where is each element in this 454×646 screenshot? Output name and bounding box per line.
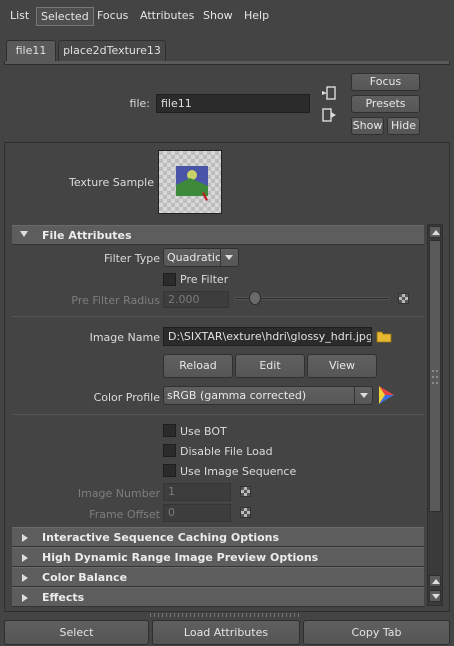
menu-bar: List Selected Focus Attributes Show Help [0,0,454,31]
pre-filter-radius-label: Pre Filter Radius [71,294,160,307]
focus-button[interactable]: Focus [351,73,420,91]
expanded-arrow-icon [20,231,28,237]
map-checker-icon[interactable] [240,486,251,497]
slider-knob[interactable] [249,291,261,305]
color-balance-header[interactable]: Color Balance [12,567,424,587]
output-connections-icon[interactable] [322,108,336,122]
color-profile-label: Color Profile [93,391,160,404]
scroll-down-button[interactable] [429,590,441,602]
menu-focus[interactable]: Focus [93,7,132,26]
interactive-sequence-caching-header[interactable]: Interactive Sequence Caching Options [12,527,424,547]
scrollbar-thumb[interactable] [429,240,441,512]
pre-filter-radius-field[interactable]: 2.000 [163,291,229,308]
scroll-up-button[interactable] [429,575,441,587]
use-bot-label: Use BOT [180,425,227,438]
menu-selected[interactable]: Selected [36,7,94,26]
tab-file11[interactable]: file11 [6,40,56,62]
tab-place2dtexture13[interactable]: place2dTexture13 [58,40,166,62]
frame-offset-label: Frame Offset [89,508,160,521]
hide-button[interactable]: Hide [387,117,420,135]
file-attributes-header[interactable]: File Attributes [12,225,424,245]
use-image-sequence-label: Use Image Sequence [180,465,297,478]
hdr-preview-options-header[interactable]: High Dynamic Range Image Preview Options [12,547,424,567]
texture-sample-label: Texture Sample [68,176,154,189]
file-label: file: [129,97,150,110]
dropdown-divider [354,387,355,404]
frame-offset-field[interactable]: 0 [163,504,231,522]
texture-sample-swatch[interactable] [158,150,222,214]
scroll-up-button[interactable] [429,226,441,238]
reload-button[interactable]: Reload [163,354,233,378]
chevron-down-icon [225,255,233,260]
image-number-label: Image Number [77,487,160,500]
tab-underline [4,61,450,65]
section-divider [12,316,424,317]
pane-splitter-handle[interactable] [150,613,300,617]
image-number-field[interactable]: 1 [163,483,231,501]
show-button[interactable]: Show [351,117,384,135]
vertical-scrollbar[interactable] [427,224,443,606]
menu-help[interactable]: Help [240,7,273,26]
color-profile-dropdown[interactable]: sRGB (gamma corrected) [163,386,373,405]
input-connections-icon[interactable] [322,86,336,100]
image-name-label: Image Name [89,331,160,344]
disable-file-load-label: Disable File Load [180,445,273,458]
filter-type-label: Filter Type [103,252,160,265]
bottom-button-bar: Select Load Attributes Copy Tab [0,619,454,646]
use-bot-checkbox[interactable] [163,424,176,437]
disable-file-load-checkbox[interactable] [163,444,176,457]
pre-filter-label: Pre Filter [180,273,229,286]
grip-icon [432,370,438,384]
load-attributes-button[interactable]: Load Attributes [152,620,300,645]
copy-tab-button[interactable]: Copy Tab [303,620,450,645]
effects-header[interactable]: Effects [12,587,424,607]
menu-list[interactable]: List [6,7,33,26]
section-divider [12,414,424,415]
menu-show[interactable]: Show [199,7,237,26]
map-checker-icon[interactable] [398,293,409,304]
chevron-down-icon [360,393,368,398]
filter-type-dropdown[interactable]: Quadratic [163,248,239,267]
map-checker-icon[interactable] [240,507,251,518]
view-button[interactable]: View [307,354,377,378]
folder-icon[interactable] [376,329,392,343]
image-name-field[interactable]: D:\SIXTAR\exture\hdri\glossy_hdri.jpg [163,327,372,346]
collapsed-arrow-icon [22,574,28,582]
use-image-sequence-checkbox[interactable] [163,464,176,477]
edit-button[interactable]: Edit [235,354,305,378]
pre-filter-checkbox[interactable] [163,273,176,286]
select-button[interactable]: Select [4,620,149,645]
dropdown-divider [220,249,221,266]
color-management-icon[interactable] [377,385,395,405]
collapsed-arrow-icon [22,534,28,542]
collapsed-arrow-icon [22,554,28,562]
node-name-field[interactable]: file11 [156,94,310,113]
collapsed-arrow-icon [22,594,28,602]
menu-attributes[interactable]: Attributes [136,7,198,26]
presets-button[interactable]: Presets [351,95,420,113]
